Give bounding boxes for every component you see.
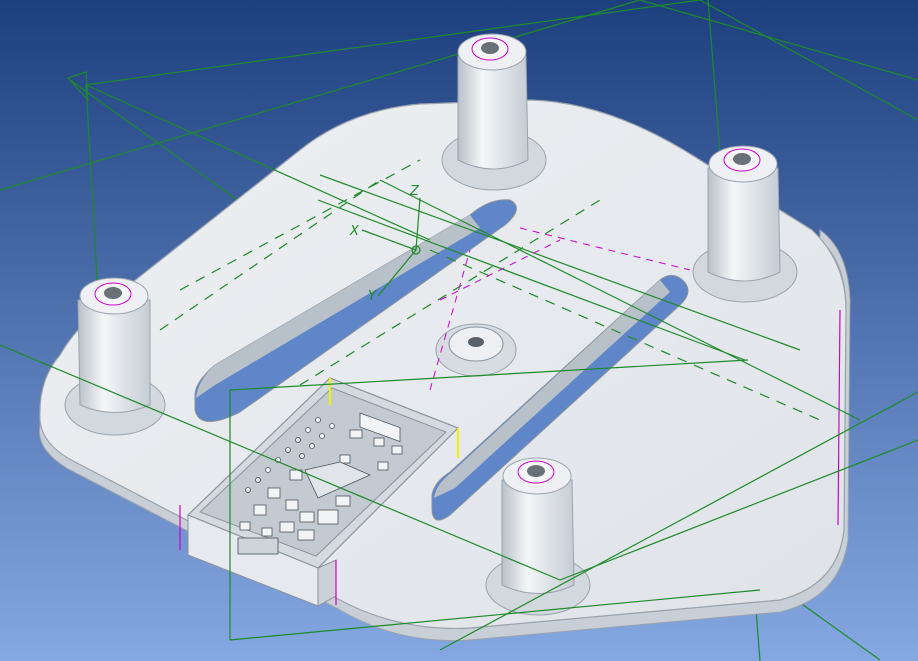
axis-label-x: X xyxy=(349,224,360,239)
axis-label-y: Y xyxy=(368,289,377,304)
axis-label-z: Z xyxy=(409,184,420,199)
standoff-front-left xyxy=(64,277,166,436)
cad-viewport[interactable]: X Z Y xyxy=(0,0,918,661)
center-boss xyxy=(435,323,517,377)
